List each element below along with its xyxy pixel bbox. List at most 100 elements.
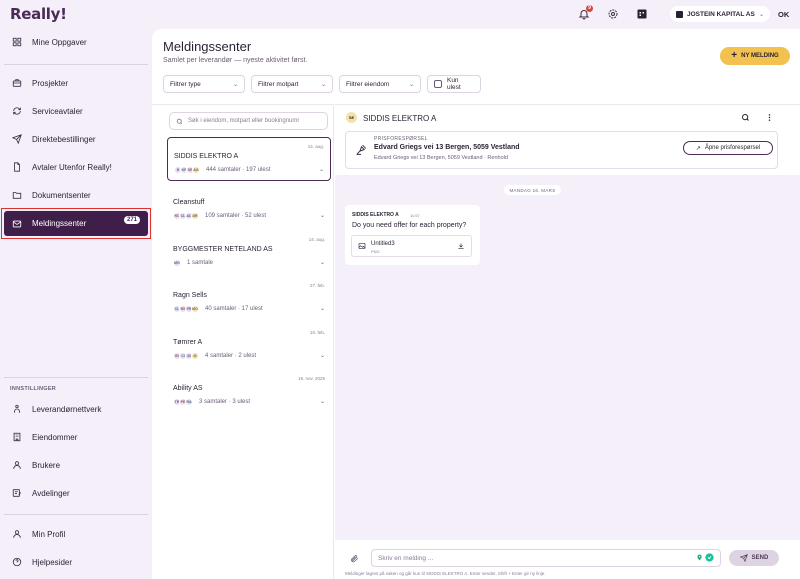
avatar: 4I (191, 352, 199, 360)
sidebar-item-label: Brukere (32, 460, 61, 470)
conversation-stats: 4 samtaler · 2 ulest (205, 353, 257, 359)
really-logo[interactable]: Really! (10, 5, 67, 23)
message-bubble: SIDDIS ELEKTRO A 11:57 Do you need offer… (345, 205, 480, 265)
conversation-name: Tømrer A (173, 339, 203, 346)
sidebar-item-hjelpesider[interactable]: Hjelpesider (4, 551, 148, 573)
sidebar-item-eiendommer[interactable]: Eiendommer (4, 426, 148, 448)
avatar: RA (185, 398, 193, 406)
conversation-meta: H KF SE AG 444 samtaler · 197 ulest (174, 166, 270, 174)
conversation-item[interactable]: 19. nov. 2025 Ability AS TR PE RA 3 samt… (167, 370, 331, 414)
attachment[interactable]: Untitled3 PNG (351, 235, 472, 257)
price-request-subtitle: Edvard Griegs vei 13 Bergen, 5059 Vestla… (374, 155, 508, 161)
conversation-name: Ragn Sells (173, 292, 207, 299)
conversation-item[interactable]: 10. feb. Tømrer A BI CI 33 4I 4 samtaler… (167, 324, 331, 368)
conversation-meta: RC CL AC DR 109 samtaler · 52 ulest (173, 212, 266, 220)
chevron-down-icon[interactable]: ⌄ (320, 212, 325, 219)
conversation-stats: 109 samtaler · 52 ulest (205, 213, 267, 219)
conversation-name: BYGGMESTER NETELAND AS (173, 246, 273, 253)
message-sender: SIDDIS ELEKTRO A (352, 212, 399, 218)
conversation-meta: CL RS PR MO 40 samtaler · 17 ulest (173, 305, 263, 313)
sidebar-item-avtaler-utenfor-really[interactable]: Avtaler Utenfor Really! (4, 156, 148, 178)
sidebar-item-mine-oppgaver[interactable]: Mine Oppgaver (4, 31, 148, 53)
filter-property-label: Filtrer eiendom (346, 80, 390, 88)
chevron-down-icon[interactable]: ⌄ (320, 305, 325, 312)
send-icon (739, 554, 748, 562)
plus-icon: + (731, 50, 738, 61)
conversation-name: SIDDIS ELEKTRO A (174, 153, 239, 160)
sidebar-item-meldingssenter[interactable]: Meldingssenter 271 (4, 211, 148, 236)
sidebar-item-label: Prosjekter (32, 78, 69, 88)
filter-type-select[interactable]: Filtrer type ⌄ (163, 75, 245, 93)
chevron-down-icon[interactable]: ⌄ (320, 259, 325, 266)
user-avatar[interactable]: OK (778, 10, 789, 19)
conversation-item[interactable]: 14. aug. SIDDIS ELEKTRO A H KF SE AG 444… (167, 137, 331, 181)
chevron-down-icon: ⌄ (408, 81, 414, 88)
conversation-item[interactable]: 14. aug. BYGGMESTER NETELAND AS MG 1 sam… (167, 231, 331, 275)
chevron-down-icon[interactable]: ⌄ (319, 166, 324, 173)
sidebar-item-avdelinger[interactable]: Avdelinger (4, 482, 148, 504)
filter-counterparty-select[interactable]: Filtrer motpart ⌄ (251, 75, 333, 93)
image-icon (358, 243, 366, 249)
paperclip-icon[interactable] (350, 554, 359, 563)
sidebar-item-min-profil[interactable]: Min Profil (4, 523, 148, 545)
sidebar-divider (4, 514, 148, 515)
participant-avatars: RC CL AC DR (173, 212, 199, 220)
gear-icon[interactable] (607, 8, 619, 20)
conversation-item[interactable]: Cleanstuff RC CL AC DR 109 samtaler · 52… (167, 184, 331, 228)
building-grid-icon[interactable] (636, 8, 648, 20)
composer-bar: Skriv en melding ... SEND Meldinger lagr… (335, 541, 800, 579)
page-subtitle: Samlet per leverandør — nyeste aktivitet… (163, 57, 308, 64)
chevron-down-icon[interactable]: ⌄ (320, 398, 325, 405)
send-button[interactable]: SEND (729, 550, 779, 566)
document-icon (14, 162, 20, 172)
more-vertical-icon[interactable] (765, 113, 774, 122)
sidebar-item-dokumentsenter[interactable]: Dokumentsenter (4, 184, 148, 206)
conversation-item[interactable]: 27. feb. Ragn Sells CL RS PR MO 40 samta… (167, 277, 331, 321)
writing-assistant[interactable] (696, 553, 714, 562)
new-message-button[interactable]: + NY MELDING (720, 47, 790, 65)
avatar: MG (173, 259, 181, 267)
sidebar-divider (4, 64, 148, 65)
conversation-date: 14. aug. (307, 144, 324, 149)
location-pin-icon (697, 554, 702, 561)
sidebar: Mine Oppgaver Prosjekter Serviceavtaler … (0, 28, 152, 579)
sidebar-item-prosjekter[interactable]: Prosjekter (4, 72, 148, 94)
settings-section-label: INNSTILLINGER (10, 386, 57, 392)
sidebar-item-direktebestillinger[interactable]: Direktebestillinger (4, 128, 148, 150)
folder-icon (12, 192, 22, 199)
date-divider: MANDAG 16. MARS (504, 185, 561, 195)
price-request-label: PRISFORESPØRSEL (374, 136, 428, 142)
chevron-down-icon[interactable]: ⌄ (320, 352, 325, 359)
search-icon[interactable] (741, 113, 750, 122)
sidebar-item-label: Mine Oppgaver (32, 37, 87, 47)
filter-property-select[interactable]: Filtrer eiendom ⌄ (339, 75, 421, 93)
briefcase-icon (12, 79, 22, 87)
main-panel: Meldingssenter Samlet per leverandør — n… (152, 29, 800, 579)
message-input[interactable]: Skriv en melding ... (371, 549, 721, 567)
conversation-search-input[interactable]: Søk i eiendom, motpart eller bookingnumr (169, 112, 328, 130)
attachment-type: PNG (371, 249, 380, 254)
sidebar-item-leverandornettverk[interactable]: Leverandørnettverk (4, 398, 148, 420)
building-icon (13, 432, 21, 442)
sidebar-item-label: Eiendommer (32, 432, 78, 442)
sidebar-item-brukere[interactable]: Brukere (4, 454, 148, 476)
price-request-card: PRISFORESPØRSEL Edvard Griegs vei 13 Ber… (345, 131, 778, 169)
filter-type-label: Filtrer type (170, 80, 201, 88)
top-bar: Really! 9 JOSTEIN KAPITAL AS ⌄ OK (0, 0, 800, 28)
attachment-name: Untitled3 (371, 241, 395, 247)
sidebar-item-label: Serviceavtaler (32, 106, 83, 116)
price-request-icon (356, 144, 367, 155)
open-price-request-button[interactable]: ↗ Åpne prisforespørsel (683, 141, 773, 155)
help-icon (12, 557, 22, 567)
unread-only-checkbox[interactable]: Kun ulest (427, 75, 481, 93)
refresh-icon (13, 107, 21, 115)
network-icon (14, 404, 20, 413)
page-title: Meldingssenter (163, 39, 252, 54)
download-icon[interactable] (457, 242, 465, 250)
search-placeholder: Søk i eiendom, motpart eller bookingnumr (188, 118, 300, 124)
price-request-title: Edvard Griegs vei 13 Bergen, 5059 Vestla… (374, 144, 520, 151)
conversation-pane: SE SIDDIS ELEKTRO A PRISFORESPØRSEL Edva… (335, 104, 800, 579)
sidebar-item-serviceavtaler[interactable]: Serviceavtaler (4, 100, 148, 122)
message-thread: MANDAG 16. MARS SIDDIS ELEKTRO A 11:57 D… (335, 175, 800, 540)
organization-selector[interactable]: JOSTEIN KAPITAL AS ⌄ (670, 6, 770, 22)
